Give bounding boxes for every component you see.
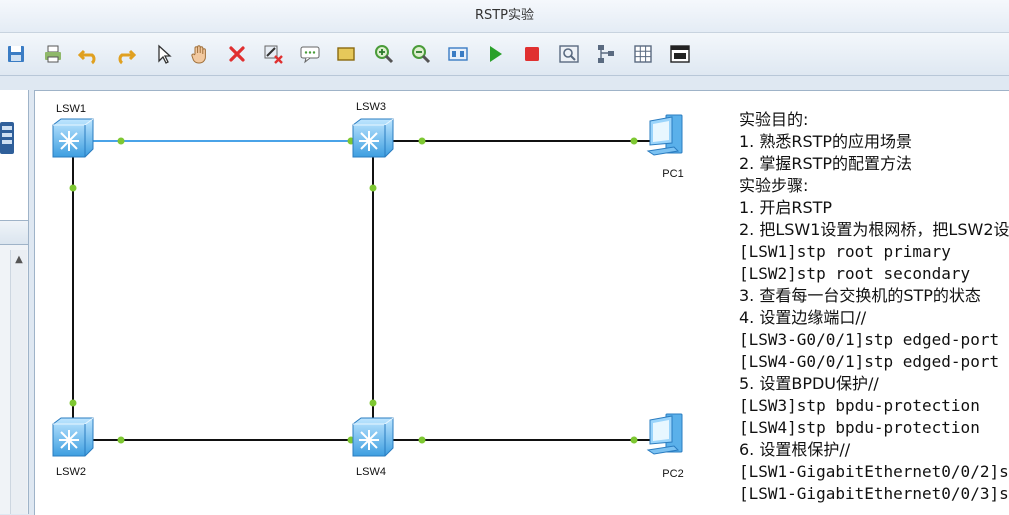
start-device-button[interactable] <box>483 42 507 66</box>
port-dot <box>117 137 125 145</box>
stop-device-button[interactable] <box>520 42 544 66</box>
print-icon <box>45 45 61 63</box>
device-lsw1[interactable]: LSW1 <box>52 103 94 158</box>
note-line: 6. 设置根保护// <box>739 440 851 459</box>
device-label: LSW1 <box>56 103 86 115</box>
undo-icon <box>78 49 96 65</box>
delete-icon <box>229 46 245 62</box>
window-title-bar: RSTP实验 <box>0 0 1009 33</box>
switch-icon <box>352 118 394 158</box>
note-line: 实验目的: <box>739 110 809 129</box>
port-dot <box>418 137 426 145</box>
note-line: 4. 设置边缘端口// <box>739 308 867 327</box>
switch-icon <box>52 417 94 457</box>
note-line: [LSW1-GigabitEthernet0/0/3]stp root-prot… <box>739 484 1009 503</box>
note-line: 2. 把LSW1设置为根网桥，把LSW2设置为备份根网桥 <box>739 220 1009 239</box>
window-title: RSTP实验 <box>474 8 535 23</box>
text-note-button[interactable] <box>298 42 322 66</box>
zoom-out-button[interactable] <box>409 42 433 66</box>
text-note-icon <box>300 46 320 64</box>
topology-tree-button[interactable] <box>594 42 618 66</box>
port-dot <box>69 399 77 407</box>
note-line: [LSW4-G0/0/1]stp edged-port enable <box>739 352 1009 371</box>
delete-button[interactable] <box>225 42 249 66</box>
save-button[interactable] <box>4 42 28 66</box>
device-label: PC2 <box>662 468 683 480</box>
device-lsw4[interactable]: LSW4 <box>352 417 394 478</box>
port-dot <box>418 436 426 444</box>
delete-link-icon <box>264 45 283 64</box>
redo-button[interactable] <box>113 42 137 66</box>
switch-icon <box>52 118 94 158</box>
experiment-notes-textbox[interactable]: 实验目的: 1. 熟悉RSTP的应用场景 2. 掌握RSTP的配置方法 实验步骤… <box>739 109 1009 509</box>
device-label: LSW2 <box>56 466 86 478</box>
port-dot <box>369 184 377 192</box>
server-rack-icon[interactable] <box>0 120 16 156</box>
console-window-icon <box>670 45 690 63</box>
fit-topology-button[interactable] <box>446 42 470 66</box>
undo-button[interactable] <box>77 42 101 66</box>
zoom-in-button[interactable] <box>372 42 396 66</box>
note-line: [LSW4]stp bpdu-protection <box>739 418 980 437</box>
note-line: 1. 熟悉RSTP的应用场景 <box>739 132 913 151</box>
console-button[interactable] <box>668 42 692 66</box>
topology-fit-icon <box>448 47 468 61</box>
device-lsw2[interactable]: LSW2 <box>52 417 94 478</box>
note-line: 1. 开启RSTP <box>739 198 833 217</box>
redo-icon <box>118 49 136 65</box>
device-list-scrollbar[interactable]: ▲ <box>10 250 27 514</box>
device-label: PC1 <box>662 168 683 180</box>
hand-pan-icon <box>191 45 206 64</box>
port-dot <box>630 436 638 444</box>
grid-icon <box>634 45 652 63</box>
note-line: [LSW1]stp root primary <box>739 242 951 261</box>
device-category-area <box>0 90 28 221</box>
pc-icon <box>647 413 683 455</box>
note-line: 3. 查看每一台交换机的STP的状态 <box>739 286 981 305</box>
switch-icon <box>352 417 394 457</box>
port-dot <box>117 436 125 444</box>
note-line: [LSW3]stp bpdu-protection <box>739 396 980 415</box>
save-icon <box>8 46 24 62</box>
select-tool-button[interactable] <box>152 42 176 66</box>
note-line: [LSW1-GigabitEthernet0/0/2]stp root-prot… <box>739 462 1009 481</box>
grid-button[interactable] <box>631 42 655 66</box>
note-line: 2. 掌握RSTP的配置方法 <box>739 154 913 173</box>
panel-divider-header <box>0 222 28 245</box>
device-panel: ▲ <box>0 90 29 514</box>
capture-icon <box>559 45 579 63</box>
select-pointer-icon <box>158 44 172 64</box>
note-line: 5. 设置BPDU保护// <box>739 374 879 393</box>
device-label: LSW4 <box>356 466 386 478</box>
device-pc1[interactable]: PC1 <box>647 114 684 180</box>
pan-tool-button[interactable] <box>188 42 212 66</box>
delete-link-button[interactable] <box>261 42 285 66</box>
capture-button[interactable] <box>557 42 581 66</box>
port-dot <box>369 399 377 407</box>
port-dot <box>69 184 77 192</box>
port-status-indicators <box>69 137 638 444</box>
start-device-icon <box>490 46 502 62</box>
topology-canvas[interactable]: LSW1 LSW3 LSW2 LSW4 PC1 PC2 实验目的: 1. 熟悉R… <box>34 90 1009 515</box>
stop-device-icon <box>525 47 539 61</box>
port-dot <box>630 137 638 145</box>
pc-icon <box>647 114 683 156</box>
zoom-out-icon <box>412 45 431 64</box>
note-line: [LSW2]stp root secondary <box>739 264 971 283</box>
rectangle-tool-button[interactable] <box>334 42 358 66</box>
device-label: LSW3 <box>356 101 386 113</box>
scroll-up-arrow-icon[interactable]: ▲ <box>11 252 27 268</box>
zoom-in-icon <box>375 45 394 64</box>
print-button[interactable] <box>41 42 65 66</box>
toolbar <box>0 33 1009 76</box>
topology-tree-icon <box>598 45 614 63</box>
note-line: 实验步骤: <box>739 176 809 195</box>
note-line: [LSW3-G0/0/1]stp edged-port enable <box>739 330 1009 349</box>
rectangle-shape-icon <box>337 47 355 61</box>
device-lsw3[interactable]: LSW3 <box>352 101 394 158</box>
device-pc2[interactable]: PC2 <box>647 413 684 480</box>
